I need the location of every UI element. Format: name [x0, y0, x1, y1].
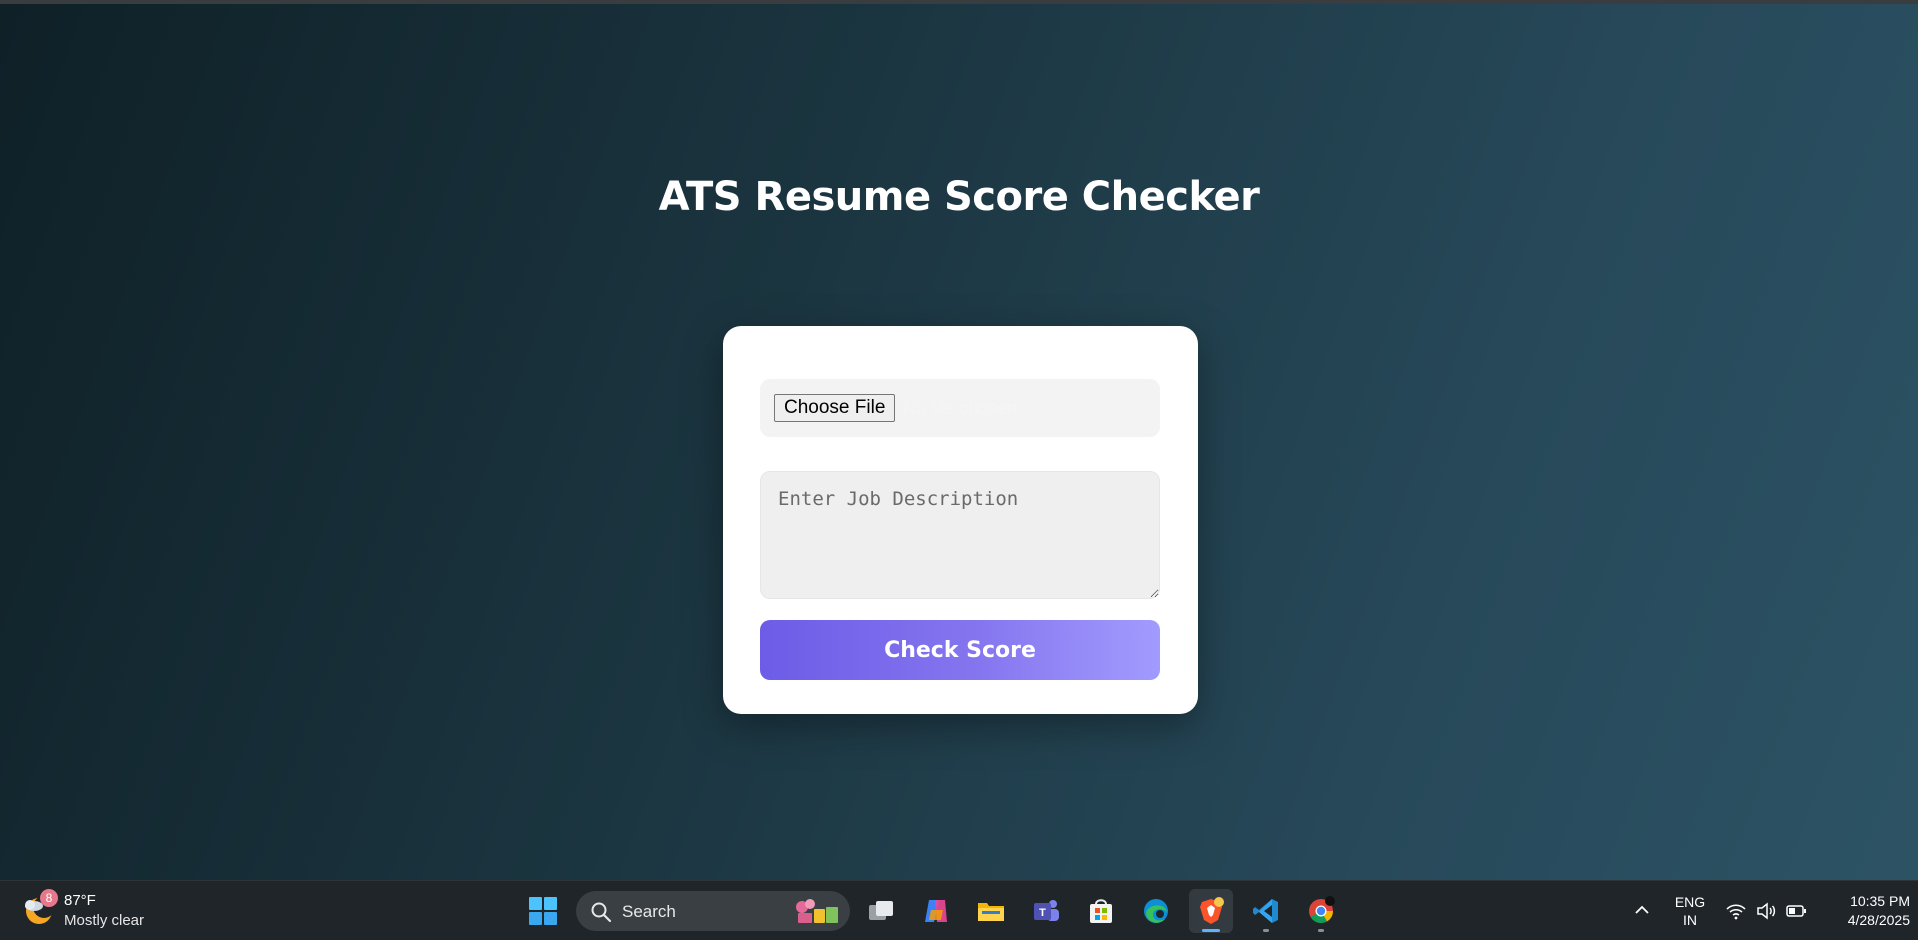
file-input[interactable]: Choose File No file chosen	[760, 379, 1160, 437]
weather-widget[interactable]: 8 87°F Mostly clear	[22, 889, 182, 933]
taskbar-app-vscode[interactable]	[1244, 889, 1288, 933]
taskbar-app-task-view[interactable]	[859, 889, 903, 933]
vscode-icon	[1253, 899, 1278, 923]
taskbar-app-microsoft-store[interactable]	[1079, 889, 1123, 933]
microsoft-store-icon	[1090, 899, 1112, 923]
file-explorer-icon	[978, 903, 1004, 921]
taskbar-app-chrome[interactable]	[1299, 889, 1343, 933]
language-indicator[interactable]: ENG IN	[1670, 893, 1710, 929]
copilot-icon	[925, 900, 947, 922]
search-highlight-icon	[796, 899, 838, 923]
battery-icon[interactable]	[1785, 900, 1807, 922]
windows-start-icon[interactable]	[528, 896, 558, 926]
page-title: ATS Resume Score Checker	[658, 174, 1260, 220]
upload-card: Choose File No file chosen Check Score	[723, 326, 1198, 714]
search-label: Search	[622, 902, 676, 921]
check-score-button[interactable]: Check Score	[760, 620, 1160, 680]
brave-browser-icon	[1200, 897, 1224, 924]
taskbar-app-brave[interactable]	[1189, 889, 1233, 933]
clock-time: 10:35 PM	[1850, 893, 1910, 909]
weather-temperature: 87°F	[64, 892, 96, 909]
chrome-running-indicator	[1318, 929, 1324, 932]
taskbar-app-file-explorer[interactable]	[969, 889, 1013, 933]
teams-icon: T	[1034, 900, 1059, 921]
svg-text:T: T	[1039, 907, 1046, 919]
choose-file-button[interactable]: Choose File	[774, 394, 896, 422]
edge-icon	[1144, 899, 1168, 923]
taskbar: 8 87°F Mostly clear Search T ENG IN 10:3…	[0, 880, 1918, 940]
clock-date: 4/28/2025	[1847, 912, 1910, 928]
task-view-icon	[869, 901, 893, 920]
vscode-running-indicator	[1263, 929, 1269, 932]
chrome-icon	[1309, 896, 1335, 924]
region-code: IN	[1683, 912, 1697, 928]
taskbar-app-copilot[interactable]	[914, 889, 958, 933]
wifi-icon[interactable]	[1725, 900, 1747, 922]
taskbar-search[interactable]: Search	[576, 891, 850, 931]
volume-icon[interactable]	[1755, 900, 1777, 922]
language-code: ENG	[1674, 894, 1706, 910]
search-icon	[591, 902, 612, 923]
weather-condition: Mostly clear	[64, 912, 145, 929]
file-status-text: No file chosen	[903, 397, 1018, 418]
weather-badge: 8	[40, 889, 58, 907]
system-clock[interactable]: 10:35 PM 4/28/2025	[1820, 892, 1910, 930]
chevron-up-icon[interactable]	[1633, 901, 1651, 919]
taskbar-app-edge[interactable]	[1134, 889, 1178, 933]
job-description-input[interactable]	[760, 471, 1160, 599]
taskbar-app-teams[interactable]: T	[1024, 889, 1068, 933]
app-page: ATS Resume Score Checker Choose File No …	[0, 4, 1918, 880]
brave-active-indicator	[1202, 929, 1220, 932]
